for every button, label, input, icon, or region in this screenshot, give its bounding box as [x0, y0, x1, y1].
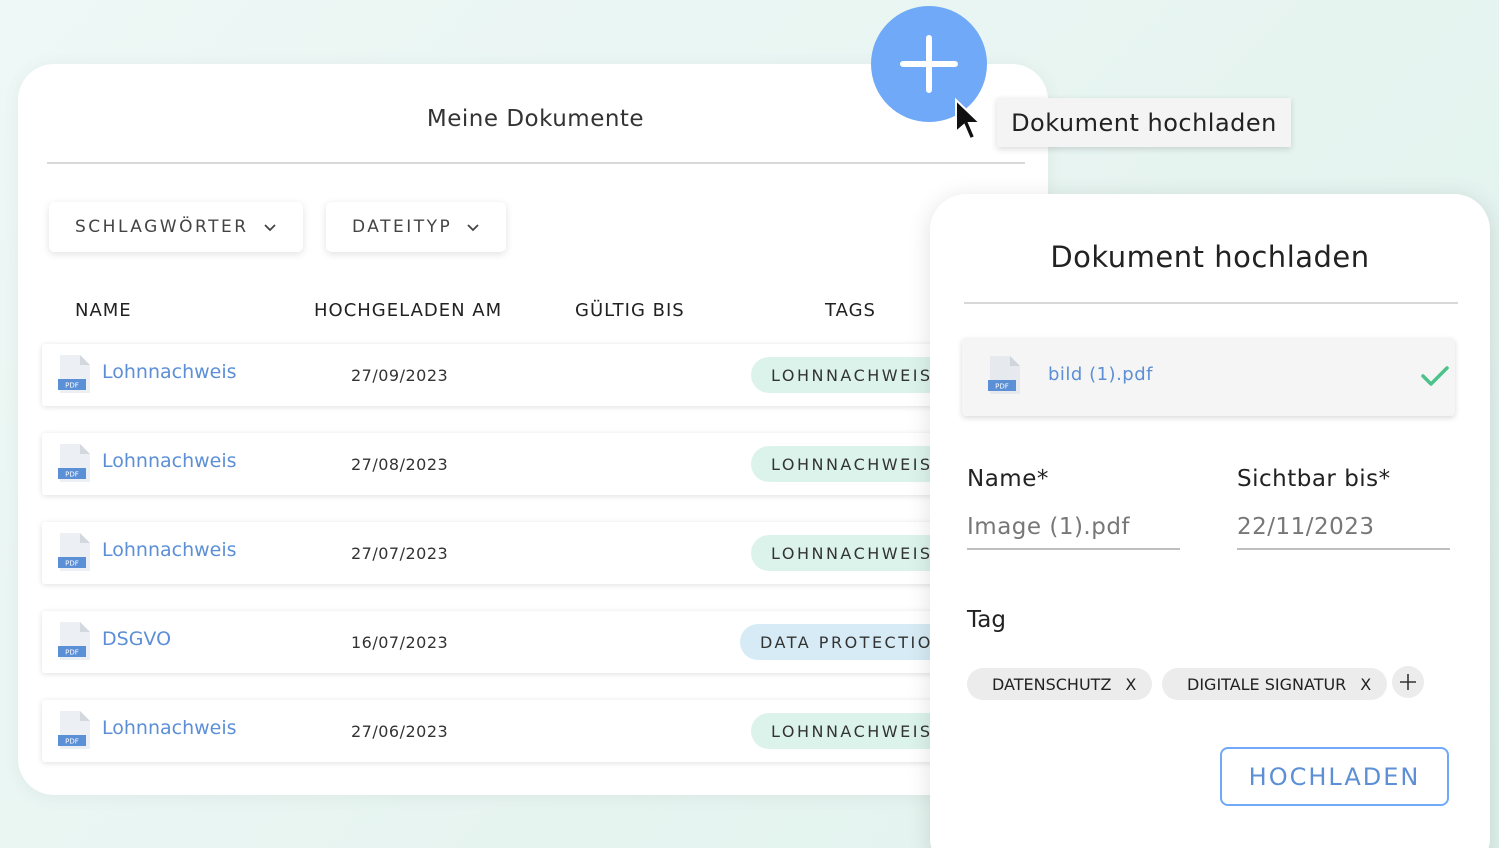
tooltip: Dokument hochladen [997, 98, 1291, 147]
documents-card: Meine Dokumente SCHLAGWÖRTER DATEITYP NA… [18, 64, 1048, 795]
tag-chip-label: DIGITALE SIGNATUR [1187, 674, 1347, 694]
pdf-file-icon: PDF [58, 622, 90, 660]
check-icon [1421, 366, 1449, 386]
table-row[interactable]: PDF DSGVO 16/07/2023 DATA PROTECTION [42, 611, 1042, 673]
svg-text:PDF: PDF [65, 382, 79, 390]
visible-until-label: Sichtbar bis* [1237, 466, 1391, 492]
tag-badge: LOHNNACHWEIS [751, 446, 953, 482]
filter-label: DATEITYP [352, 217, 453, 237]
chevron-down-icon [467, 224, 479, 232]
uploaded-date: 27/07/2023 [351, 544, 449, 563]
remove-tag-button[interactable]: X [1360, 675, 1371, 694]
table-row[interactable]: PDF Lohnnachweis 27/09/2023 LOHNNACHWEIS [42, 344, 1042, 406]
pdf-file-icon: PDF [988, 356, 1020, 394]
upload-submit-button[interactable]: HOCHLADEN [1220, 747, 1449, 806]
column-header-valid-until[interactable]: GÜLTIG BIS [575, 300, 685, 321]
column-header-uploaded[interactable]: HOCHGELADEN AM [314, 300, 502, 321]
pdf-file-icon: PDF [58, 711, 90, 749]
column-header-tags[interactable]: TAGS [825, 300, 876, 321]
uploaded-date: 16/07/2023 [351, 633, 449, 652]
divider [964, 302, 1458, 304]
name-label: Name* [967, 466, 1049, 492]
tag-badge: LOHNNACHWEIS [751, 535, 953, 571]
selected-file[interactable]: PDF bild (1).pdf [962, 338, 1455, 416]
tag-badge: LOHNNACHWEIS [751, 357, 953, 393]
svg-text:PDF: PDF [65, 738, 79, 746]
pdf-file-icon: PDF [58, 533, 90, 571]
upload-dialog: Dokument hochladen PDF bild (1).pdf Name… [930, 194, 1490, 848]
document-link[interactable]: Lohnnachweis [102, 361, 237, 383]
column-header-name[interactable]: NAME [75, 300, 132, 321]
divider [47, 162, 1025, 164]
tag-badge: LOHNNACHWEIS [751, 713, 953, 749]
uploaded-date: 27/06/2023 [351, 722, 449, 741]
svg-text:PDF: PDF [65, 649, 79, 657]
pdf-file-icon: PDF [58, 355, 90, 393]
table-row[interactable]: PDF Lohnnachweis 27/06/2023 LOHNNACHWEIS [42, 700, 1042, 762]
filter-keywords-button[interactable]: SCHLAGWÖRTER [49, 202, 303, 252]
uploaded-date: 27/09/2023 [351, 366, 449, 385]
file-name: bild (1).pdf [1048, 364, 1153, 385]
chevron-down-icon [263, 224, 276, 232]
mouse-cursor-icon [955, 98, 983, 141]
upload-title: Dokument hochladen [1050, 240, 1370, 274]
document-link[interactable]: Lohnnachweis [102, 539, 237, 561]
document-link[interactable]: DSGVO [102, 628, 171, 650]
svg-text:PDF: PDF [995, 383, 1009, 391]
tag-label: Tag [967, 607, 1006, 633]
visible-until-field[interactable] [1237, 506, 1450, 550]
document-link[interactable]: Lohnnachweis [102, 717, 237, 739]
filter-filetype-button[interactable]: DATEITYP [326, 202, 507, 252]
filter-label: SCHLAGWÖRTER [75, 217, 249, 237]
tag-chip: DIGITALE SIGNATUR X [1162, 668, 1388, 700]
table-row[interactable]: PDF Lohnnachweis 27/08/2023 LOHNNACHWEIS [42, 433, 1042, 495]
remove-tag-button[interactable]: X [1125, 675, 1136, 694]
document-link[interactable]: Lohnnachweis [102, 450, 237, 472]
uploaded-date: 27/08/2023 [351, 455, 449, 474]
pdf-file-icon: PDF [58, 444, 90, 482]
tag-chip: DATENSCHUTZ X [967, 668, 1153, 700]
plus-icon [1400, 674, 1416, 690]
svg-text:PDF: PDF [65, 471, 79, 479]
table-row[interactable]: PDF Lohnnachweis 27/07/2023 LOHNNACHWEIS [42, 522, 1042, 584]
name-field[interactable] [967, 506, 1180, 550]
tag-chip-label: DATENSCHUTZ [992, 674, 1112, 694]
svg-text:PDF: PDF [65, 560, 79, 568]
add-tag-button[interactable] [1392, 666, 1424, 698]
